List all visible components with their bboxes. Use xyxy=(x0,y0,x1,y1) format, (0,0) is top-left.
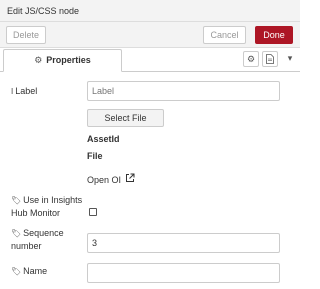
doc-icon[interactable] xyxy=(262,51,278,67)
label-field-text: Label xyxy=(15,86,38,96)
external-link-icon xyxy=(125,173,135,186)
label-field-label: I Label xyxy=(11,86,37,96)
tag-icon: 🏷 xyxy=(11,267,22,276)
done-button[interactable]: Done xyxy=(255,26,293,44)
open-oi-label: Open OI xyxy=(87,175,122,185)
tray-toolbar: Delete Cancel Done xyxy=(0,22,300,48)
name-label: 🏷 Name xyxy=(11,266,47,276)
tab-properties[interactable]: ⚙ Properties xyxy=(3,49,122,72)
label-input[interactable] xyxy=(87,81,280,101)
cancel-button[interactable]: Cancel xyxy=(203,26,246,44)
file-label: File xyxy=(87,151,103,161)
insights-checkbox[interactable] xyxy=(89,208,97,216)
insights-label: 🏷 Use in Insights Hub Monitor xyxy=(11,194,82,220)
tab-bar: ⚙ Properties ⚙ ▾ xyxy=(0,48,300,72)
insights-label-line1: Use in Insights xyxy=(23,195,83,205)
tray-title: Edit JS/CSS node xyxy=(7,6,80,16)
sequence-label-line1: Sequence xyxy=(23,228,64,238)
assetid-label: AssetId xyxy=(87,134,120,144)
sequence-label: 🏷 Sequence number xyxy=(11,227,64,253)
insights-label-line2: Hub Monitor xyxy=(11,208,61,218)
delete-button[interactable]: Delete xyxy=(6,26,46,44)
gear-icon[interactable]: ⚙ xyxy=(243,51,259,67)
tag-icon: 🏷 xyxy=(11,229,22,238)
tray-header: Edit JS/CSS node xyxy=(0,0,300,22)
name-input[interactable] xyxy=(87,263,280,283)
gear-icon: ⚙ xyxy=(34,55,43,65)
tag-icon: 🏷 xyxy=(11,196,22,205)
sequence-input[interactable] xyxy=(87,233,280,253)
caret-down-icon[interactable]: ▾ xyxy=(282,51,298,67)
open-oi-link[interactable]: Open OI xyxy=(87,173,135,186)
name-label-text: Name xyxy=(23,266,48,276)
select-file-button[interactable]: Select File xyxy=(87,109,164,127)
sequence-label-line2: number xyxy=(11,241,42,251)
tab-properties-label: Properties xyxy=(46,55,91,65)
text-cursor-icon: I xyxy=(11,87,14,96)
